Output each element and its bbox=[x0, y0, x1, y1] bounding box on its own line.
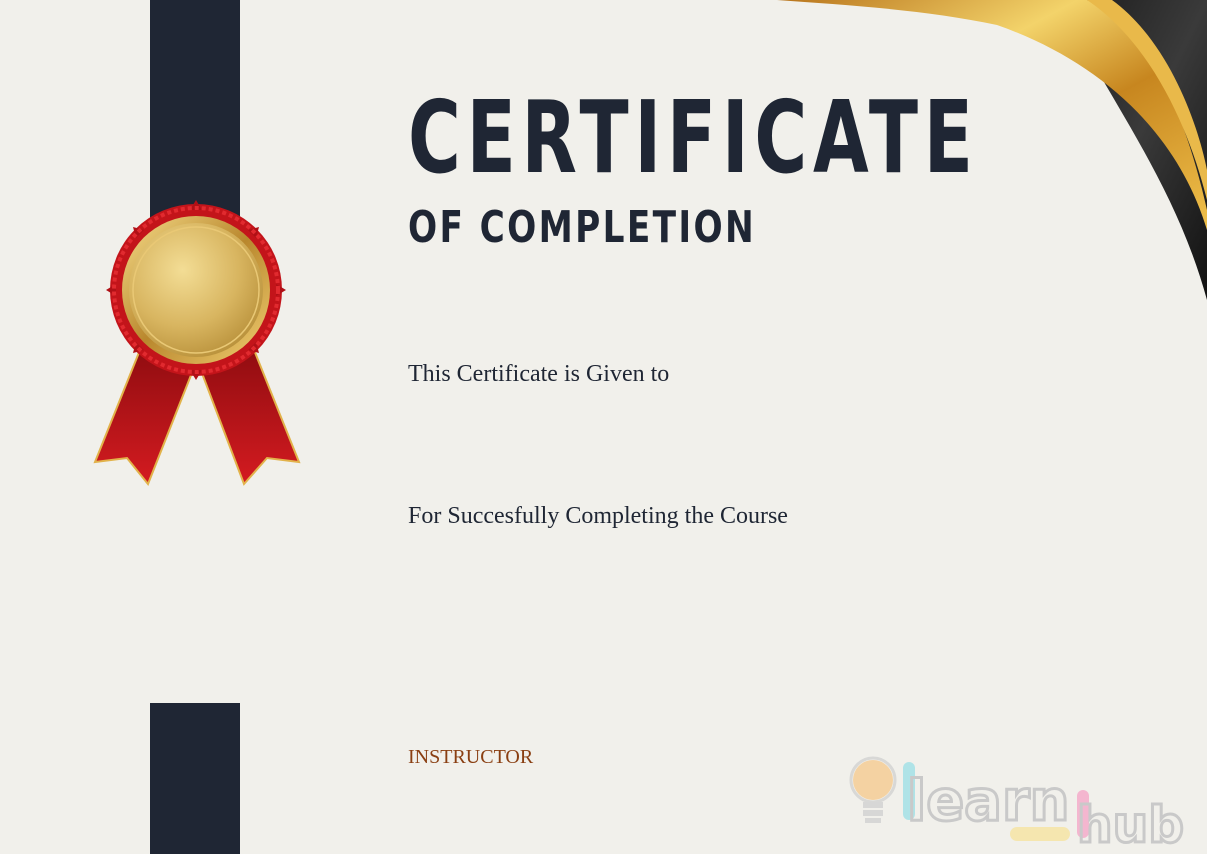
logo-text-hub: hub bbox=[1077, 796, 1184, 852]
completion-label: For Succesfully Completing the Course bbox=[408, 503, 788, 529]
given-to-label: This Certificate is Given to bbox=[408, 361, 670, 387]
learnhub-logo: learn hub bbox=[849, 756, 1185, 852]
instructor-label: INSTRUCTOR bbox=[408, 746, 534, 768]
certificate-page: CERTIFICATE OF COMPLETION This Certifica… bbox=[0, 0, 1207, 854]
navy-band-top bbox=[150, 0, 240, 230]
navy-band-bottom bbox=[150, 703, 240, 854]
certificate-subtitle: OF COMPLETION bbox=[408, 202, 757, 253]
logo-text-learn: learn bbox=[907, 769, 1069, 834]
award-medal-icon bbox=[93, 200, 301, 486]
lightbulb-icon bbox=[849, 756, 897, 823]
certificate-title: CERTIFICATE bbox=[408, 79, 979, 196]
